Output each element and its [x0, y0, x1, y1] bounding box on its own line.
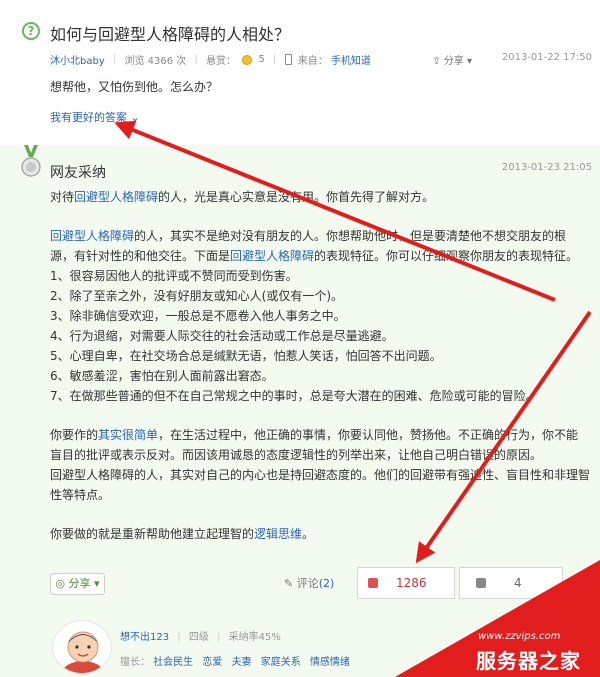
cartoon-avatar-icon	[61, 631, 105, 673]
keyword-link[interactable]: 逻辑思维	[254, 527, 302, 541]
meta-divider: |	[194, 54, 198, 65]
field-tag[interactable]: 夫妻	[232, 657, 252, 668]
answer-body: 对待回避型人格障碍的人，光是真心实意是没有用。你首先得了解对方。 回避型人格障碍…	[50, 187, 590, 544]
meta-divider: |	[217, 632, 221, 643]
meta-divider: |	[112, 54, 117, 65]
chevron-down-icon: ⌄	[130, 111, 140, 124]
answerer-accept-rate: 采纳率45%	[228, 632, 281, 643]
accepted-answer: 网友采纳 2013-01-23 21:05 对待回避型人格障碍的人，光是真心实意…	[0, 145, 600, 677]
upvote-button[interactable]: 1286	[357, 567, 455, 599]
chevron-down-icon: ▾	[94, 577, 100, 590]
keyword-link[interactable]: 回避型人格障碍	[74, 190, 158, 204]
list-item: 3、除非确信受欢迎，一般总是不愿卷入他人事务之中。	[50, 309, 346, 323]
field-label: 擅长：	[120, 657, 150, 668]
watermark-name: 服务器之家	[476, 649, 581, 673]
list-item: 6、敏感羞涩，害怕在别人面前露出窘态。	[50, 369, 274, 383]
question-share-label: 分享	[443, 56, 464, 67]
source-label: 来自：	[297, 56, 328, 67]
chevron-down-icon: ▾	[466, 56, 472, 67]
keyword-link[interactable]: 其实很简单	[98, 428, 158, 442]
reward-value: 5	[258, 54, 265, 65]
source-link[interactable]: 手机知道	[331, 52, 371, 67]
answerer-level: 四级	[188, 632, 209, 643]
question-title: 如何与回避型人格障碍的人相处？	[50, 25, 291, 44]
answer-share-button[interactable]: ◎ 分享 ▾	[50, 573, 105, 595]
keyword-link[interactable]: 回避型人格障碍	[230, 249, 314, 263]
better-answer-label: 我有更好的答案	[50, 111, 127, 124]
question-circle-icon: ?	[22, 22, 40, 40]
field-tag[interactable]: 家庭关系	[261, 657, 301, 668]
field-tag[interactable]: 恋爱	[202, 657, 222, 668]
upvote-count: 1286	[396, 576, 427, 590]
comment-count: (2)	[318, 577, 335, 590]
downvote-count: 4	[514, 576, 522, 590]
question-share-button[interactable]: ⇪ 分享 ▾	[432, 52, 472, 67]
answer-paragraph: 你要作的其实很简单，在生活过程中，他正确的事情，你要认同他，赞扬他。不正确的行为…	[50, 428, 579, 462]
asker-link[interactable]: 沐小北baby	[50, 52, 105, 67]
coin-icon	[242, 54, 253, 65]
reward-label: 悬赏：	[206, 56, 237, 67]
comment-label: 评论	[296, 577, 319, 590]
answer-share-label: 分享	[68, 577, 91, 590]
answer-paragraph: 你要做的就是重新帮助他建立起理智的逻辑思维。	[50, 527, 315, 541]
watermark-url: www.zzvips.com	[478, 631, 561, 642]
answer-paragraph: 对待回避型人格障碍的人，光是真心实意是没有用。你首先得了解对方。	[50, 190, 435, 204]
answerer-name[interactable]: 想不出123	[120, 632, 169, 643]
field-tag[interactable]: 社会民生	[153, 657, 193, 668]
answer-paragraph: 回避型人格障碍的人，其实对自己的内心也是持回避态度的。他们的回避带有强迫性、盲目…	[50, 468, 591, 502]
answerer-fields: 擅长： 社会民生 恋爱 夫妻 家庭关系 情感情绪	[120, 653, 356, 668]
phone-icon	[284, 54, 292, 65]
question-date: 2013-01-22 17:50	[501, 52, 592, 63]
field-tag[interactable]: 情感情绪	[310, 657, 350, 668]
list-item: 2、除了至亲之外，没有好朋友或知心人(或仅有一个)。	[50, 289, 344, 303]
avatar[interactable]	[52, 620, 112, 674]
comment-icon: ✎	[284, 577, 294, 590]
views-count: 浏览 4366 次	[124, 56, 187, 67]
better-answer-link[interactable]: 我有更好的答案 ⌄	[50, 109, 140, 125]
question-body: 想帮他，又怕伤到他。怎么办？	[50, 80, 219, 94]
answer-title: 网友采纳	[50, 165, 106, 181]
thumbs-down-icon	[476, 578, 486, 588]
meta-divider: |	[177, 632, 181, 643]
answerer-info: 想不出123 | 四级 | 采纳率45%	[120, 628, 281, 643]
downvote-button[interactable]: 4	[459, 567, 563, 599]
list-item: 4、行为退缩，对需要人际交往的社会活动或工作总是尽量逃避。	[50, 329, 394, 343]
list-item: 7、在做那些普通的但不在自己常规之中的事时，总是夸大潜在的困难、危险或可能的冒险…	[50, 389, 538, 403]
list-item: 5、心理自卑，在社交场合总是缄默无语，怕惹人笑话，怕回答不出问题。	[50, 349, 442, 363]
question-header: ? 如何与回避型人格障碍的人相处？ 沐小北baby | 浏览 4366 次 | …	[0, 0, 600, 145]
answer-paragraph: 回避型人格障碍的人，其实不是绝对没有朋友的人。你想帮助他时，但是要清楚他不想交朋…	[50, 229, 579, 263]
thumbs-up-icon	[368, 578, 378, 588]
list-item: 1、很容易因他人的批评或不赞同而受到伤害。	[50, 269, 298, 283]
wechat-icon: ◎	[55, 577, 66, 590]
comment-button[interactable]: ✎ 评论(2)	[284, 575, 334, 591]
meta-divider: |	[273, 54, 277, 65]
share-icon: ⇪	[432, 56, 441, 67]
medal-icon	[21, 145, 41, 177]
keyword-link[interactable]: 回避型人格障碍	[50, 229, 134, 243]
answer-date: 2013-01-23 21:05	[501, 162, 592, 173]
